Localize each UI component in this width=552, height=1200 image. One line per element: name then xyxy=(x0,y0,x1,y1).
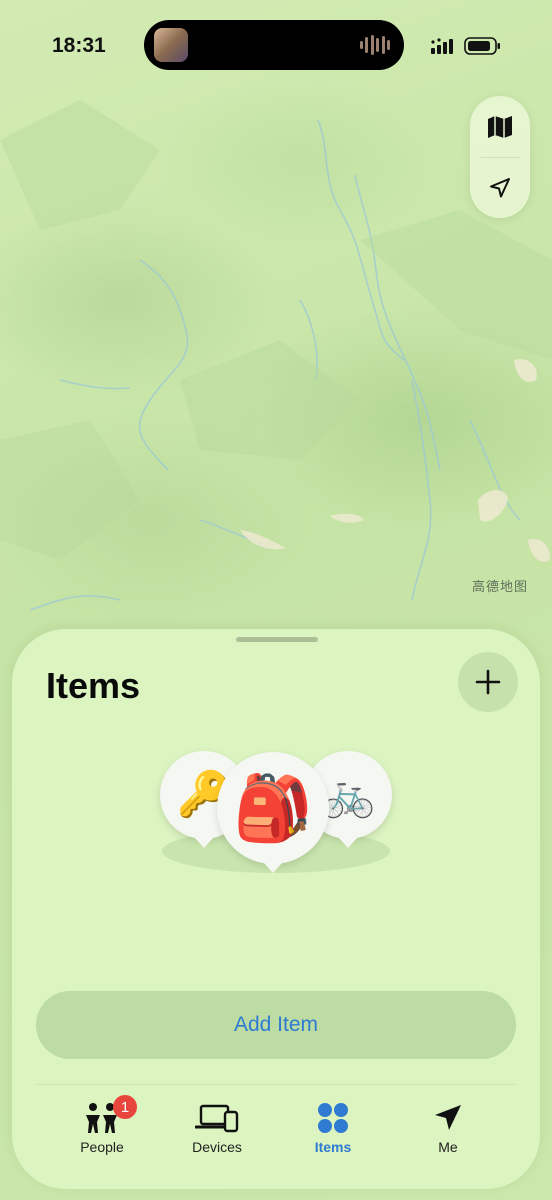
dynamic-island[interactable] xyxy=(144,20,404,70)
tab-people[interactable]: 1 People xyxy=(52,1095,152,1163)
items-icon xyxy=(318,1103,348,1133)
add-item-button[interactable]: Add Item xyxy=(36,991,516,1059)
location-arrow-icon xyxy=(490,177,510,197)
tab-label-devices: Devices xyxy=(192,1139,242,1155)
map-controls xyxy=(470,96,530,218)
people-icon-wrap: 1 xyxy=(83,1095,137,1137)
map-icon xyxy=(488,115,512,138)
tab-label-me: Me xyxy=(438,1139,458,1155)
status-time: 18:31 xyxy=(52,34,106,57)
tab-me[interactable]: Me xyxy=(398,1099,498,1163)
battery-icon xyxy=(464,37,500,55)
devices-icon-wrap xyxy=(195,1099,239,1137)
find-my-screen: 高德地图 18:31 Items 🔑 🚲 🎒 Add Item 1 People… xyxy=(0,0,552,1200)
audio-waveform-icon xyxy=(360,35,390,55)
location-arrow-icon xyxy=(435,1105,461,1130)
item-pins: 🔑 🚲 🎒 xyxy=(12,629,540,929)
tab-label-items: Items xyxy=(314,1139,352,1155)
tab-bar: 1 People Devices Items Me xyxy=(12,1095,540,1169)
devices-icon xyxy=(195,1104,239,1133)
tab-items[interactable]: Items xyxy=(283,1099,383,1163)
me-icon-wrap xyxy=(433,1099,463,1137)
item-pin-backpack[interactable]: 🎒 xyxy=(217,752,329,864)
tab-devices[interactable]: Devices xyxy=(167,1099,267,1163)
items-sheet: Items 🔑 🚲 🎒 Add Item 1 People Devices It… xyxy=(12,629,540,1189)
map-attribution: 高德地图 xyxy=(472,579,529,594)
now-playing-artwork xyxy=(154,28,188,62)
status-bar: 18:31 xyxy=(0,0,552,90)
locate-me-button[interactable] xyxy=(470,157,530,218)
tab-bar-divider xyxy=(36,1084,516,1085)
tab-label-people: People xyxy=(80,1139,124,1155)
cellular-signal-icon xyxy=(431,38,453,54)
backpack-icon: 🎒 xyxy=(233,772,313,844)
people-badge: 1 xyxy=(113,1095,137,1119)
map-mode-button[interactable] xyxy=(470,96,530,157)
items-icon-wrap xyxy=(317,1099,349,1137)
